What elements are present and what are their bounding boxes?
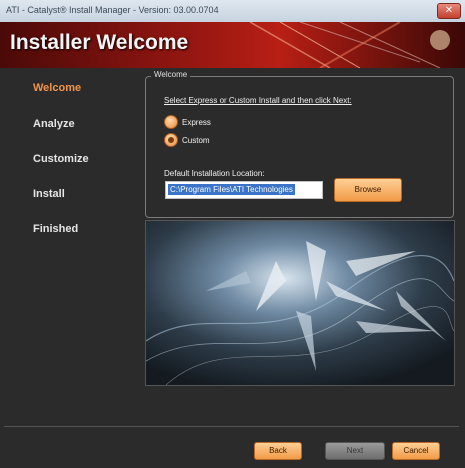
header-banner: Installer Welcome: [0, 22, 465, 68]
radio-custom[interactable]: Custom: [164, 133, 210, 147]
radio-express[interactable]: Express: [164, 115, 211, 129]
close-button[interactable]: ✕: [437, 3, 461, 19]
radio-express-label: Express: [182, 117, 211, 127]
welcome-group: Welcome Select Express or Custom Install…: [145, 70, 454, 218]
artwork-image: [146, 221, 454, 385]
next-button[interactable]: Next: [325, 442, 385, 460]
sidebar-item-customize: Customize: [33, 153, 89, 165]
main-content: Welcome Analyze Customize Install Finish…: [0, 68, 465, 468]
browse-button[interactable]: Browse: [334, 178, 402, 202]
sidebar-item-finished: Finished: [33, 223, 79, 235]
radio-express-indicator[interactable]: [164, 115, 178, 129]
instruction-text: Select Express or Custom Install and the…: [164, 96, 352, 105]
sidebar-item-install: Install: [33, 188, 65, 200]
install-location-value: C:\Program Files\ATI Technologies: [168, 184, 295, 195]
group-legend: Welcome: [151, 70, 191, 79]
install-location-field[interactable]: C:\Program Files\ATI Technologies: [165, 181, 323, 199]
page-title: Installer Welcome: [10, 31, 189, 54]
cancel-button[interactable]: Cancel: [392, 442, 440, 460]
sidebar-item-analyze: Analyze: [33, 118, 75, 130]
sidebar: Welcome Analyze Customize Install Finish…: [0, 68, 135, 413]
radio-custom-indicator[interactable]: [164, 133, 178, 147]
sidebar-item-welcome: Welcome: [33, 82, 82, 94]
back-button[interactable]: Back: [254, 442, 302, 460]
title-bar: ATI - Catalyst® Install Manager - Versio…: [0, 0, 465, 23]
location-label: Default Installation Location:: [164, 169, 265, 178]
decorative-artwork: [145, 220, 455, 386]
window-title: ATI - Catalyst® Install Manager - Versio…: [6, 5, 219, 15]
radio-custom-label: Custom: [182, 135, 210, 145]
footer-divider: [4, 426, 459, 427]
